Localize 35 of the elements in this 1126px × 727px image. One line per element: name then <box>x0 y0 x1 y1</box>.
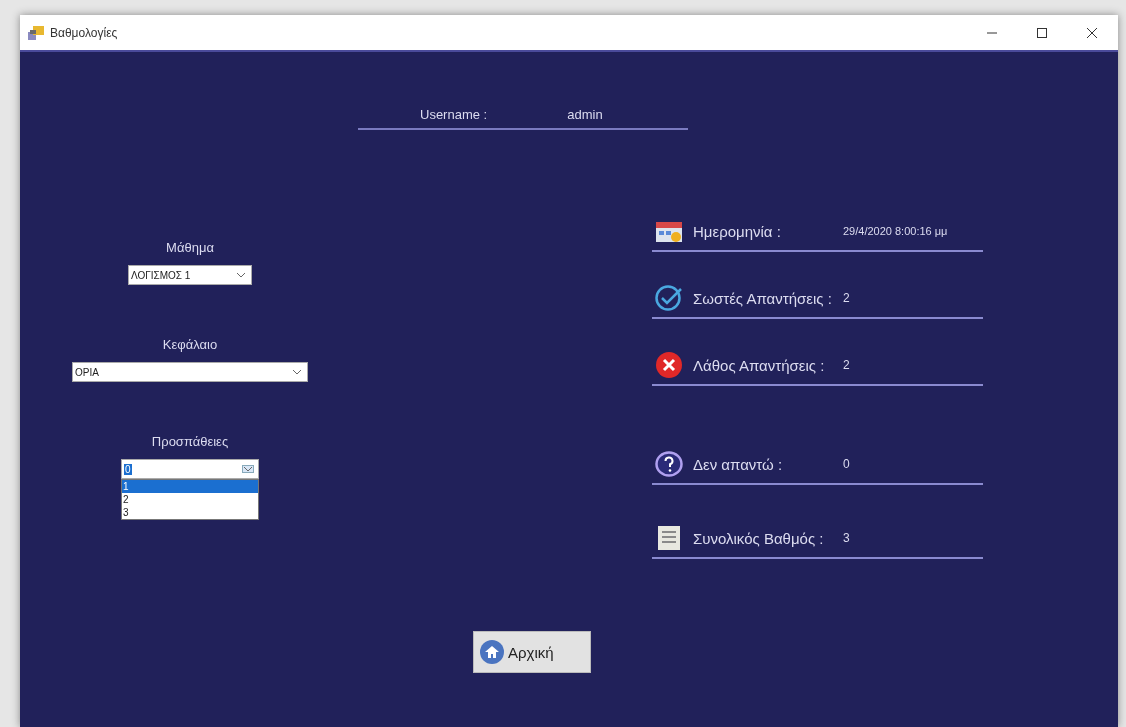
stat-label: Ημερομηνία : <box>693 222 782 240</box>
stat-value: 2 <box>843 358 850 372</box>
stat-value: 29/4/2020 8:00:16 μμ <box>843 225 948 237</box>
username-value: admin <box>567 107 603 122</box>
stat-label: Σωστές Απαντήσεις : <box>693 289 833 307</box>
check-circle-icon <box>655 285 683 311</box>
stat-label: Συνολικός Βαθμός : <box>693 529 825 547</box>
dropdown[interactable]: ΟΡΙΑ <box>72 362 308 382</box>
field-label: Προσπάθειες <box>151 434 229 449</box>
close-icon[interactable] <box>1086 26 1098 39</box>
app-icon <box>28 25 44 40</box>
stat-label: Δεν απαντώ : <box>693 455 784 473</box>
chevron-icon <box>236 272 246 278</box>
dropdown-option[interactable]: 2 <box>122 493 258 506</box>
error-icon <box>655 352 683 378</box>
home-icon <box>480 640 504 664</box>
field-label: Μάθημα <box>166 240 214 255</box>
username-label: Username : <box>420 107 488 122</box>
home-button[interactable]: Αρχική <box>473 631 591 673</box>
chevron-icon <box>243 466 253 472</box>
stat-value: 0 <box>843 457 850 471</box>
question-icon <box>655 451 683 477</box>
maximize-icon[interactable] <box>1036 26 1048 39</box>
dropdown-option[interactable]: 3 <box>122 506 258 519</box>
dropdown[interactable]: 0 <box>121 459 259 479</box>
chevron-icon <box>292 369 302 375</box>
window-title: Βαθμολογίες <box>50 25 118 40</box>
document-icon <box>655 526 683 550</box>
dropdown[interactable]: ΛΟΓΙΣΜΟΣ 1 <box>128 265 252 285</box>
stat-value: 2 <box>843 291 850 305</box>
field-label: Κεφάλαιο <box>162 337 218 352</box>
stat-label: Λάθος Απαντήσεις : <box>693 356 826 374</box>
calendar-icon <box>655 220 683 242</box>
stat-value: 3 <box>843 531 850 545</box>
dropdown-option[interactable]: 1 <box>122 480 258 493</box>
